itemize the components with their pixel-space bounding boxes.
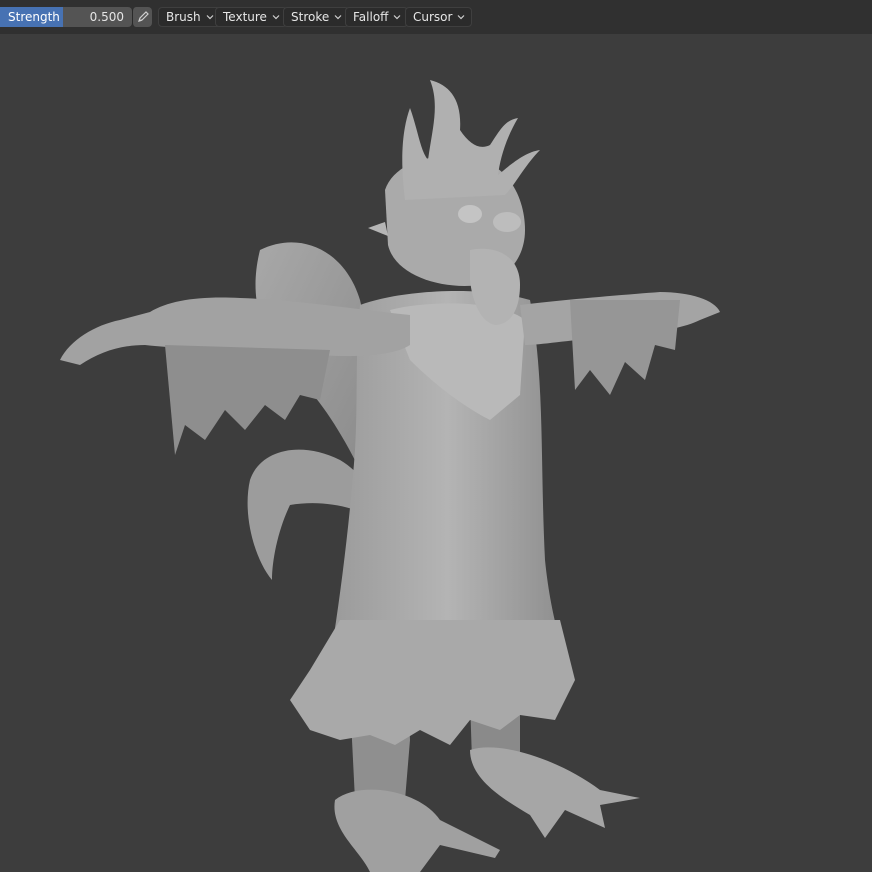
falloff-menu[interactable]: Falloff [345, 7, 409, 27]
chevron-down-icon [206, 15, 214, 20]
chevron-down-icon [394, 15, 401, 20]
feather-skirt [290, 620, 575, 745]
crest [402, 80, 540, 200]
chevron-down-icon [458, 15, 465, 20]
side-tuft [368, 222, 388, 236]
blender-sculpt-window: Strength 0.500 Brush Texture Stroke Fall… [0, 0, 872, 872]
brush-menu-label: Brush [166, 10, 201, 24]
pen-pressure-button[interactable] [132, 7, 152, 27]
cursor-menu-label: Cursor [413, 10, 453, 24]
3d-viewport[interactable] [0, 34, 872, 872]
right-foot [470, 747, 640, 838]
strength-slider[interactable]: Strength 0.500 [0, 7, 132, 27]
right-wing-feathers [570, 300, 680, 395]
strength-label: Strength [8, 10, 60, 24]
eye [458, 205, 482, 223]
cursor-menu[interactable]: Cursor [405, 7, 473, 27]
left-foot [334, 789, 500, 872]
stroke-menu[interactable]: Stroke [283, 7, 350, 27]
tool-header: Strength 0.500 Brush Texture Stroke Fall… [0, 0, 872, 34]
beak [493, 212, 521, 232]
chevron-down-icon [272, 15, 280, 20]
left-wing-feathers [165, 345, 330, 455]
chevron-down-icon [334, 15, 342, 20]
strength-value: 0.500 [89, 10, 124, 24]
falloff-menu-label: Falloff [353, 10, 389, 24]
texture-menu-label: Texture [223, 10, 267, 24]
pen-pressure-icon [138, 11, 149, 22]
stroke-menu-label: Stroke [291, 10, 330, 24]
sculpt-model [60, 80, 720, 872]
brush-menu[interactable]: Brush [158, 7, 221, 27]
texture-menu[interactable]: Texture [215, 7, 287, 27]
